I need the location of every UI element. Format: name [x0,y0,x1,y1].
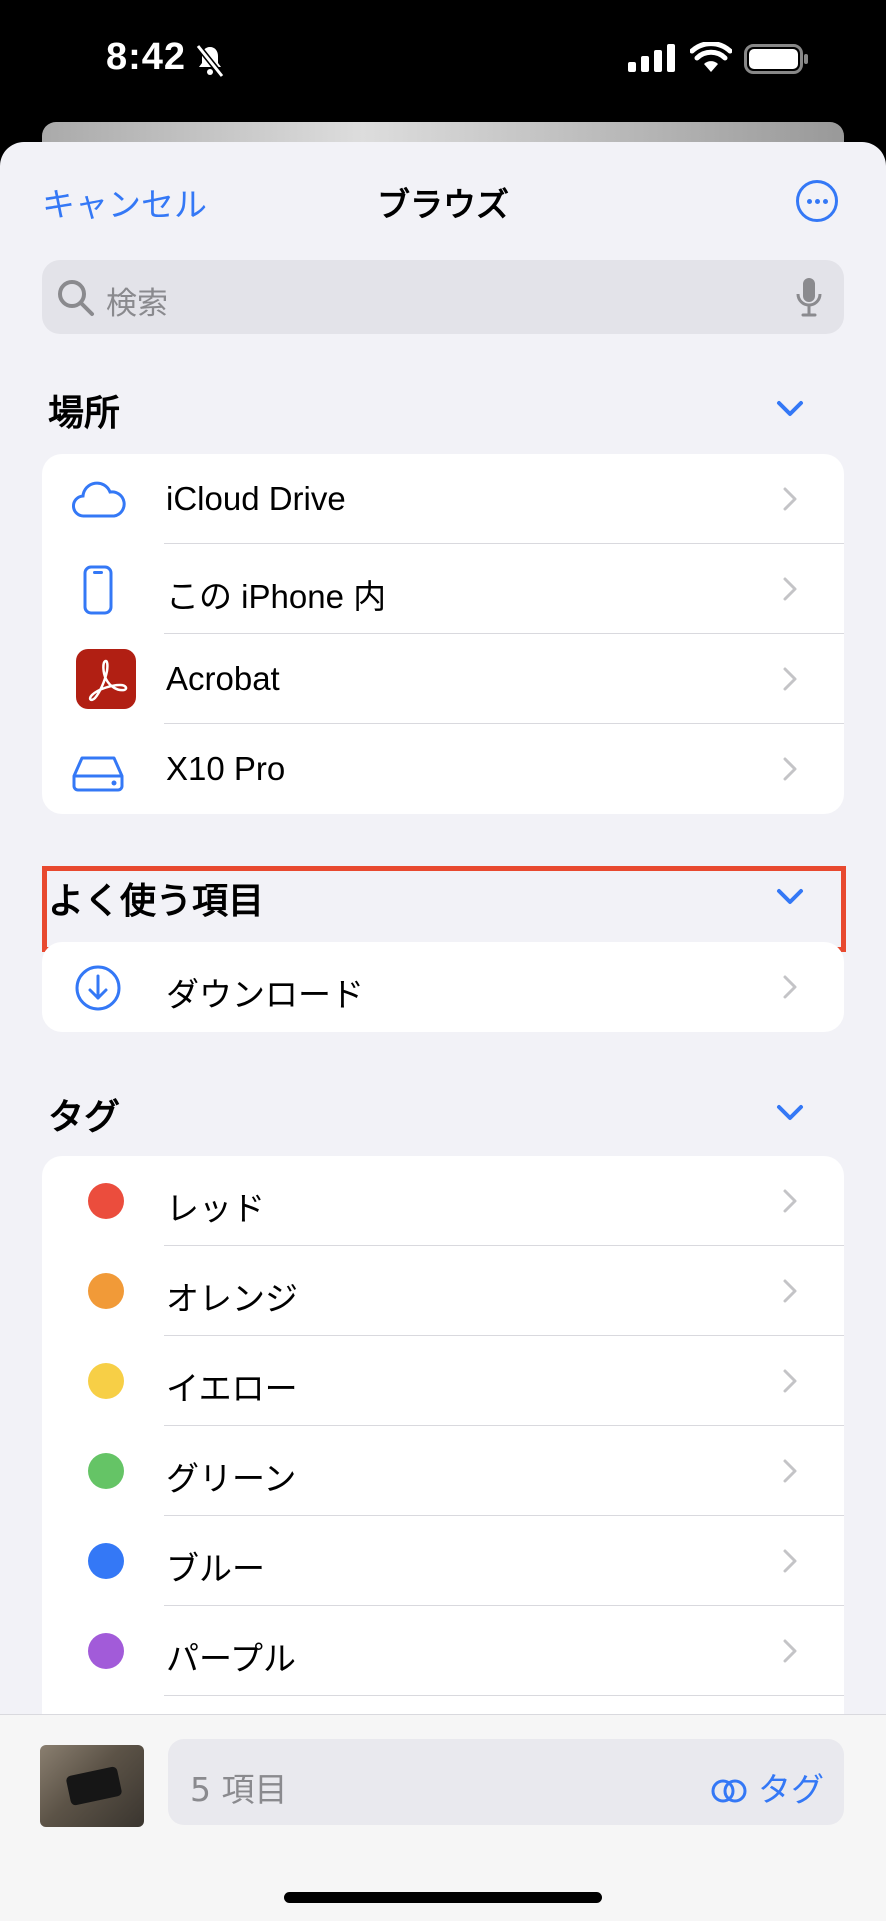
red-tag-dot-icon [88,1183,124,1219]
search-icon [58,280,94,316]
chevron-down-icon[interactable] [776,1104,804,1122]
chevron-right-icon [783,1189,797,1213]
list-item-label: イエロー [166,1370,298,1407]
list-item-label: Acrobat [166,660,280,697]
list-item-icloud-drive[interactable]: iCloud Drive [42,454,844,544]
acrobat-icon [76,649,136,709]
status-time: 8:42 [106,36,187,78]
list-item-acrobat[interactable]: Acrobat [42,634,844,724]
drive-photo [65,1765,123,1807]
list-item-tag-purple[interactable]: パープル [42,1606,844,1696]
orange-tag-dot-icon [88,1273,124,1309]
list-item-label: この iPhone 内 [166,578,387,615]
list-item-tag-orange[interactable]: オレンジ [42,1246,844,1336]
list-item-label: パープル [166,1640,297,1677]
wifi-icon [690,42,732,72]
section-title-tags: タグ [48,1097,121,1138]
list-item-label: iCloud Drive [166,480,346,517]
chevron-right-icon [783,1279,797,1303]
chevron-down-icon[interactable] [776,400,804,418]
home-indicator [284,1892,602,1903]
status-bar: 8:42 [0,0,886,120]
search-input[interactable]: 検索 [42,260,844,334]
chevron-down-icon[interactable] [776,888,804,906]
microphone-icon[interactable] [794,276,824,318]
chevron-right-icon [783,1369,797,1393]
chevron-right-icon [783,667,797,691]
yellow-tag-dot-icon [88,1363,124,1399]
divider [164,1695,844,1696]
external-drive-icon [72,756,124,792]
blue-tag-dot-icon [88,1543,124,1579]
cellular-signal-icon [628,44,675,72]
icloud-icon [72,481,126,518]
list-item-label: オレンジ [166,1280,298,1317]
chevron-right-icon [783,1549,797,1573]
list-item-tag-blue[interactable]: ブルー [42,1516,844,1606]
chevron-right-icon [783,577,797,601]
item-count-bar: 5 項目 タグ [168,1739,844,1825]
chevron-right-icon [783,757,797,781]
tag-toggle-icon [711,1779,746,1803]
list-item-label: ダウンロード [166,976,364,1013]
list-item-tag-green[interactable]: グリーン [42,1426,844,1516]
list-item-label: ブルー [166,1550,265,1587]
battery-icon [744,44,808,74]
tag-button-label: タグ [758,1770,824,1809]
iphone-icon [83,565,113,615]
favorites-list: ダウンロード [42,942,844,1032]
list-item-label: レッド [166,1190,265,1227]
download-icon [75,965,121,1011]
search-placeholder: 検索 [106,286,168,322]
silent-bell-icon [195,44,225,78]
list-item-downloads[interactable]: ダウンロード [42,942,844,1032]
list-item-label: グリーン [166,1460,297,1497]
item-count: 5 項目 [190,1770,288,1809]
chevron-right-icon [783,1459,797,1483]
locations-list: iCloud Drive この iPhone 内 Acrobat X10 Pro [42,454,844,814]
bottom-toolbar: 5 項目 タグ [0,1714,886,1921]
browse-sheet: ブラウズ キャンセル 検索 場所 iCloud Drive この iPhone … [0,142,886,1920]
purple-tag-dot-icon [88,1633,124,1669]
chevron-right-icon [783,975,797,999]
more-options-icon[interactable] [796,180,838,222]
list-item-tag-yellow[interactable]: イエロー [42,1336,844,1426]
chevron-right-icon [783,1639,797,1663]
chevron-right-icon [783,487,797,511]
attachment-thumbnail[interactable] [40,1745,144,1827]
green-tag-dot-icon [88,1453,124,1489]
list-item-x10-pro[interactable]: X10 Pro [42,724,844,814]
tags-list: レッド オレンジ イエロー グリーン ブルー パープル [42,1156,844,1756]
list-item-on-my-iphone[interactable]: この iPhone 内 [42,544,844,634]
list-item-tag-red[interactable]: レッド [42,1156,844,1246]
tag-button[interactable]: タグ [710,1763,824,1811]
cancel-button[interactable]: キャンセル [42,178,207,226]
section-title-locations: 場所 [48,393,121,434]
list-item-label: X10 Pro [166,750,286,787]
section-title-favorites: よく使う項目 [48,881,265,922]
